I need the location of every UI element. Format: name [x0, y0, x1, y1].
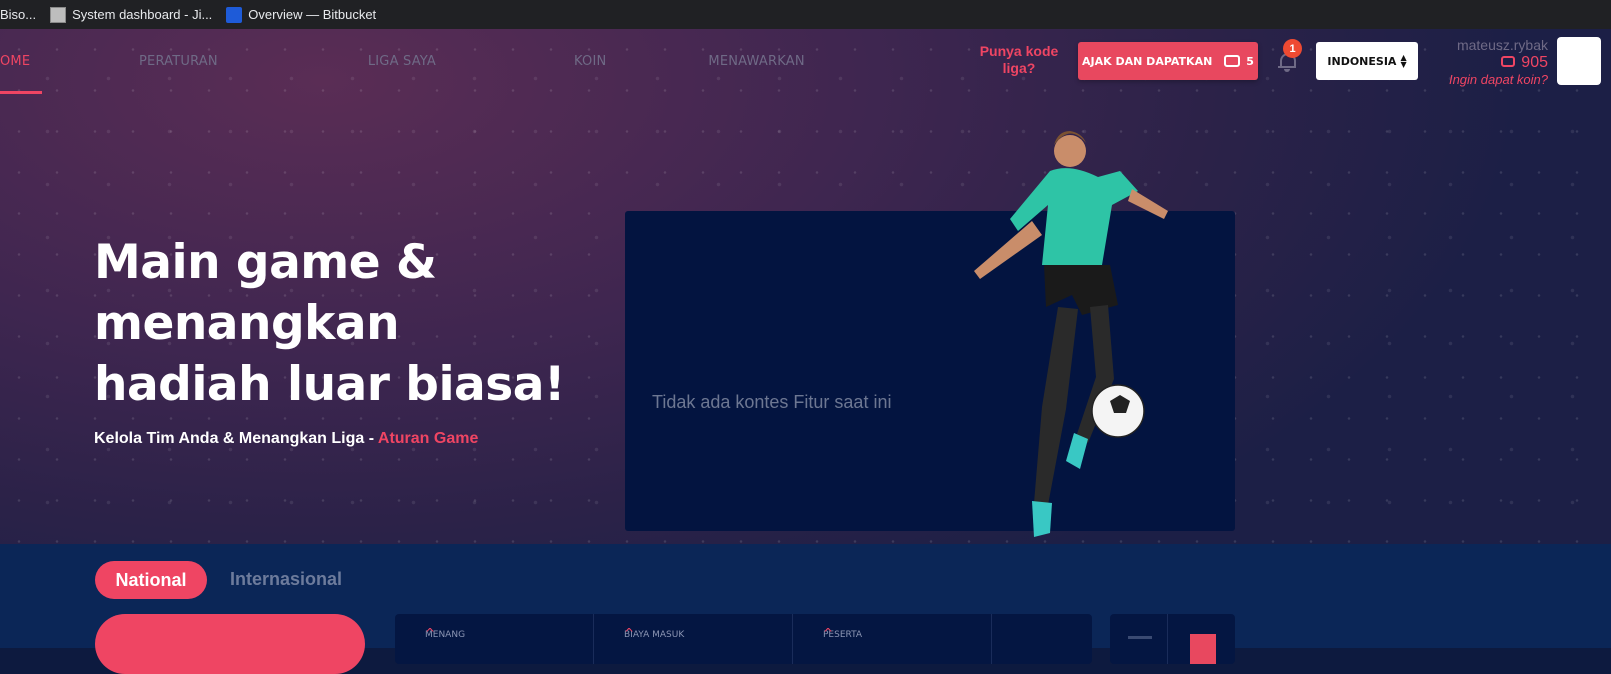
bookmark-item[interactable]: System dashboard - Ji... — [50, 6, 213, 23]
coin-balance: 905 — [1428, 54, 1548, 72]
invite-button[interactable]: AJAK DAN DAPATKAN 5 — [1078, 42, 1258, 80]
get-coins-link[interactable]: Ingin dapat koin? — [1428, 72, 1548, 87]
language-value: INDONESIA — [1327, 54, 1397, 68]
bookmark-item[interactable]: Overview — Bitbucket — [226, 6, 377, 23]
username: mateusz.rybak — [1456, 37, 1548, 53]
main-nav: OME PERATURAN LIGA SAYA KOIN MENAWARKAN — [0, 29, 805, 94]
sort-arrows-icon: ▲ ▼ — [1400, 53, 1407, 69]
user-info[interactable]: mateusz.rybak 905 Ingin dapat koin? — [1428, 37, 1548, 87]
sort-up-icon: ^ — [624, 626, 635, 640]
invite-label: AJAK DAN DAPATKAN — [1082, 54, 1213, 68]
bitbucket-icon — [226, 6, 243, 23]
notification-badge: 1 — [1283, 39, 1302, 58]
contest-table-header: MENANG ^ BIAYA MASUK ^ PESERTA ^ — [395, 614, 1092, 664]
sort-up-icon: ^ — [425, 626, 436, 640]
nav-item-home[interactable]: OME — [0, 29, 42, 94]
nav-item-koin[interactable]: KOIN — [574, 29, 606, 94]
contest-action-button[interactable] — [95, 614, 365, 674]
tab-national[interactable]: National — [95, 561, 207, 599]
column-menang[interactable]: MENANG ^ — [395, 614, 594, 664]
hero-headline: Main game & menangkan hadiah luar biasa! — [94, 235, 565, 412]
grid-view-icon[interactable] — [1190, 634, 1216, 664]
coin-balance-value: 905 — [1521, 54, 1548, 71]
featured-empty-message: Tidak ada kontes Fitur saat ini — [652, 392, 892, 412]
tab-international[interactable]: Internasional — [230, 569, 342, 590]
bookmark-label: System dashboard - Ji... — [72, 7, 213, 22]
jira-page-icon — [50, 6, 67, 23]
sort-up-icon: ^ — [823, 626, 834, 640]
football-player-image — [974, 131, 1168, 537]
language-select[interactable]: INDONESIA ▲ ▼ — [1316, 42, 1418, 80]
nav-item-menawarkan[interactable]: MENAWARKAN — [708, 29, 804, 94]
bookmarks-bar: Biso... System dashboard - Ji... Overvie… — [0, 0, 1611, 30]
hero-subline-text: Kelola Tim Anda & Menangkan Liga - — [94, 430, 378, 447]
column-peserta[interactable]: PESERTA ^ — [793, 614, 992, 664]
bookmark-item[interactable]: Biso... — [0, 7, 36, 22]
hero-subline: Kelola Tim Anda & Menangkan Liga - Atura… — [94, 430, 478, 448]
bookmark-label: Biso... — [0, 7, 37, 22]
nav-item-peraturan[interactable]: PERATURAN — [139, 29, 218, 94]
bookmark-label: Overview — Bitbucket — [248, 7, 377, 22]
invite-coin-count: 5 — [1246, 54, 1254, 68]
column-biaya-masuk[interactable]: BIAYA MASUK ^ — [594, 614, 793, 664]
list-view-icon[interactable] — [1128, 636, 1152, 639]
view-toggle[interactable] — [1110, 614, 1235, 664]
coin-icon — [1501, 56, 1516, 67]
game-rules-link[interactable]: Aturan Game — [378, 430, 478, 447]
nav-item-liga-saya[interactable]: LIGA SAYA — [368, 29, 436, 94]
contests-section: National Internasional MENANG ^ BIAYA MAS… — [0, 544, 1611, 674]
hero-section: OME PERATURAN LIGA SAYA KOIN MENAWARKAN … — [0, 29, 1611, 544]
league-code-link[interactable]: Punya kode liga? — [974, 43, 1064, 77]
coin-icon — [1224, 55, 1241, 67]
avatar[interactable] — [1557, 37, 1601, 85]
